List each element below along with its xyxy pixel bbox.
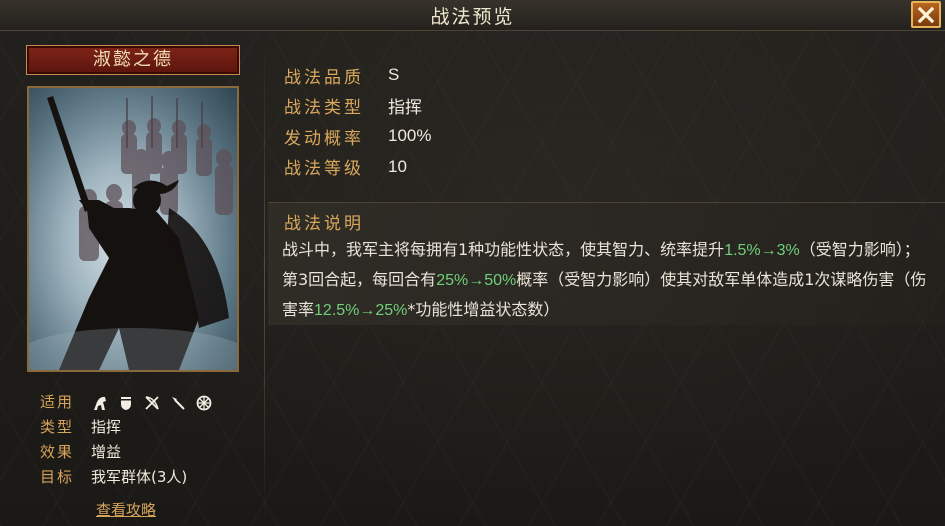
level-value: 10 bbox=[388, 156, 407, 176]
category-value: 指挥 bbox=[388, 98, 422, 118]
quality-value: S bbox=[388, 65, 400, 85]
troop-type-icons bbox=[91, 394, 213, 412]
description-title: 战法说明 bbox=[284, 214, 364, 234]
description-highlight-1: 1.5%→3% bbox=[724, 242, 800, 259]
type-value: 指挥 bbox=[91, 418, 122, 436]
effect-value: 增益 bbox=[91, 443, 122, 461]
view-strategy-link[interactable]: 查看攻略 bbox=[96, 499, 156, 520]
chance-value: 100% bbox=[388, 126, 432, 146]
skill-card-art bbox=[27, 86, 239, 372]
target-row: 目标 我军群体(3人) bbox=[40, 465, 213, 490]
skill-properties: 适用 类型 指挥 效果 增益 目标 我军群体(3人) bbox=[40, 390, 213, 490]
quality-label: 战法品质 bbox=[284, 67, 364, 88]
title-bar: 战法预览 bbox=[0, 0, 945, 31]
quality-row: 战法品质 S bbox=[284, 60, 431, 91]
target-value: 我军群体(3人) bbox=[91, 468, 188, 486]
warrior-silhouette-art bbox=[29, 96, 237, 370]
description-part-4: *功能性增益状态数） bbox=[407, 300, 560, 319]
description-highlight-3: 12.5%→25% bbox=[314, 302, 408, 319]
category-label: 战法类型 bbox=[284, 98, 364, 119]
column-divider bbox=[264, 40, 265, 526]
cavalry-icon bbox=[91, 394, 109, 412]
chance-row: 发动概率 100% bbox=[284, 121, 431, 152]
description-panel: 战法说明 战斗中，我军主将每拥有1种功能性状态，使其智力、统率提升1.5%→3%… bbox=[268, 202, 945, 325]
applicable-row: 适用 bbox=[40, 390, 213, 415]
shield-icon bbox=[117, 394, 135, 412]
spear-icon bbox=[169, 394, 187, 412]
description-text: 战斗中，我军主将每拥有1种功能性状态，使其智力、统率提升1.5%→3%（受智力影… bbox=[282, 235, 932, 325]
close-button[interactable] bbox=[911, 1, 941, 28]
siege-icon bbox=[195, 394, 213, 412]
type-label: 类型 bbox=[40, 418, 75, 436]
description-part-1: 战斗中，我军主将每拥有1种功能性状态，使其智力、统率提升 bbox=[282, 240, 725, 259]
window-title: 战法预览 bbox=[430, 6, 515, 28]
effect-label: 效果 bbox=[40, 443, 75, 461]
description-highlight-2: 25%→50% bbox=[436, 272, 517, 289]
chance-label: 发动概率 bbox=[284, 128, 364, 149]
skill-name: 淑懿之德 bbox=[26, 45, 240, 75]
skill-stats: 战法品质 S 战法类型 指挥 发动概率 100% 战法等级 10 bbox=[284, 60, 431, 182]
effect-row: 效果 增益 bbox=[40, 440, 213, 465]
close-icon bbox=[917, 6, 935, 23]
bow-icon bbox=[143, 394, 161, 412]
target-label: 目标 bbox=[40, 468, 75, 486]
type-row: 类型 指挥 bbox=[40, 415, 213, 440]
level-label: 战法等级 bbox=[284, 159, 364, 180]
category-row: 战法类型 指挥 bbox=[284, 91, 431, 122]
applicable-label: 适用 bbox=[40, 393, 75, 411]
level-row: 战法等级 10 bbox=[284, 152, 431, 183]
